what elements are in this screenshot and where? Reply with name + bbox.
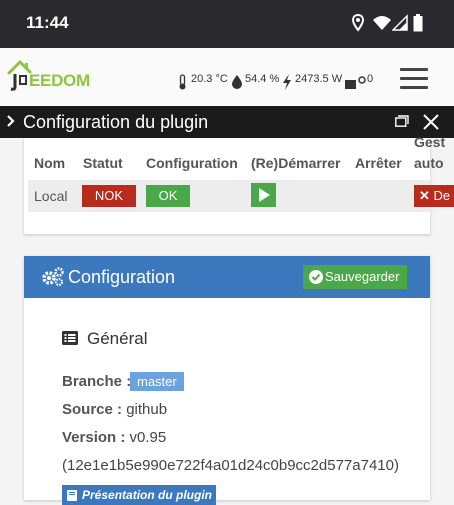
close-icon[interactable] (422, 113, 440, 131)
version-label: Version : (62, 429, 126, 446)
source-row: Source : github (62, 401, 167, 418)
plugin-presentation-button[interactable]: Présentation du plugin (62, 485, 216, 505)
restart-button[interactable] (251, 183, 276, 207)
configuration-ok-badge: OK (146, 185, 190, 207)
column-header-arreter: Arrêter (355, 155, 402, 171)
dialog-title: Configuration du plugin (23, 112, 209, 132)
cogs-icon (42, 267, 64, 287)
column-header-auto: auto (414, 155, 444, 171)
chevron-right-icon (6, 112, 16, 135)
column-header-gestion: Gest (414, 134, 446, 150)
auto-management-button[interactable]: ✕ De (414, 185, 454, 207)
humidity-value: 54.4 % (245, 73, 280, 85)
column-header-statut: Statut (83, 155, 123, 171)
devices-value: 0 (367, 73, 374, 85)
column-header-nom: Nom (34, 155, 66, 171)
auto-management-label: De (433, 188, 451, 203)
book-icon (67, 490, 77, 501)
battery-icon (413, 14, 423, 32)
temperature-value: 20.3 °C (191, 73, 228, 85)
wifi-icon (373, 16, 391, 30)
configuration-title: Configuration (68, 267, 176, 287)
devices-icon (345, 76, 366, 89)
status-time: 11:44 (26, 13, 69, 32)
version-row: Version : v0.95 (62, 429, 166, 446)
power-value: 2473.5 W (295, 73, 343, 85)
source-value: github (126, 401, 168, 418)
column-header-restart: (Re)Démarrer (251, 155, 341, 171)
branch-label: Branche : (62, 373, 132, 390)
power-bolt-icon (283, 74, 291, 90)
source-label: Source : (62, 401, 123, 418)
signal-icon (392, 14, 408, 31)
logo-text: EEDOM (29, 71, 90, 90)
location-icon (352, 14, 364, 32)
humidity-icon (232, 75, 242, 89)
column-header-configuration: Configuration (146, 155, 238, 171)
status-nok-badge: NOK (82, 185, 136, 207)
general-section-title: Général (87, 329, 148, 348)
maximize-icon[interactable] (395, 115, 409, 127)
list-icon (62, 331, 78, 345)
daemon-name-cell: Local (34, 188, 68, 204)
version-value: v0.95 (129, 429, 167, 446)
thermometer-icon (179, 74, 186, 90)
hamburger-menu-icon[interactable] (400, 68, 428, 90)
play-icon (259, 188, 270, 202)
check-circle-icon (309, 270, 323, 284)
branch-badge: master (130, 372, 184, 391)
commit-hash: (12e1e1b5e990e722f4a01d24c0b9cc2d577a741… (62, 457, 399, 474)
